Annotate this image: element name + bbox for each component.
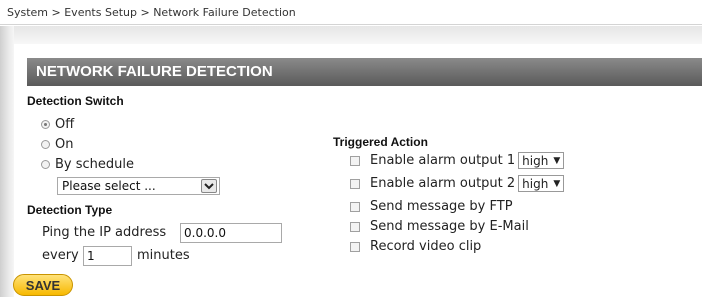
checkbox[interactable] xyxy=(350,221,360,232)
chevron-down-icon[interactable] xyxy=(201,179,217,193)
action-alarm-output-1[interactable]: Enable alarm output 1 high ▼ xyxy=(350,152,565,169)
radio-by-schedule[interactable]: By schedule xyxy=(41,157,134,172)
action-record-video[interactable]: Record video clip xyxy=(350,239,481,254)
action-label: Record video clip xyxy=(370,239,482,254)
radio-by-schedule-label: By schedule xyxy=(55,157,135,172)
action-label: Enable alarm output 2 xyxy=(370,176,516,191)
checkbox[interactable] xyxy=(350,178,360,189)
select-value: high xyxy=(522,176,549,191)
radio-on-dot[interactable] xyxy=(41,140,50,149)
triangle-down-icon: ▼ xyxy=(553,155,561,166)
ping-label: Ping the IP address xyxy=(42,225,167,240)
left-edge-shadow xyxy=(0,26,14,297)
triangle-down-icon: ▼ xyxy=(553,178,561,189)
ip-address-input[interactable]: 0.0.0.0 xyxy=(180,223,282,243)
triggered-action-label: Triggered Action xyxy=(333,135,428,149)
action-label: Send message by FTP xyxy=(370,199,513,214)
action-label: Enable alarm output 1 xyxy=(370,153,516,168)
schedule-select-value: Please select ... xyxy=(62,179,156,193)
breadcrumb: System > Events Setup > Network Failure … xyxy=(0,0,702,25)
radio-on-label: On xyxy=(55,137,74,152)
radio-off[interactable]: Off xyxy=(41,117,74,132)
checkbox[interactable] xyxy=(350,201,360,212)
checkbox[interactable] xyxy=(350,155,360,166)
detection-type-label: Detection Type xyxy=(27,203,113,217)
alarm-output-1-select[interactable]: high ▼ xyxy=(518,152,565,169)
action-send-email[interactable]: Send message by E-Mail xyxy=(350,219,529,234)
detection-switch-label: Detection Switch xyxy=(27,94,124,108)
action-alarm-output-2[interactable]: Enable alarm output 2 high ▼ xyxy=(350,175,565,192)
action-label: Send message by E-Mail xyxy=(370,219,529,234)
minutes-label: minutes xyxy=(137,248,190,263)
schedule-select[interactable]: Please select ... xyxy=(57,177,220,195)
every-minutes-input[interactable]: 1 xyxy=(83,246,132,266)
top-band xyxy=(14,26,702,44)
radio-on[interactable]: On xyxy=(41,137,73,152)
radio-off-label: Off xyxy=(55,117,75,132)
select-value: high xyxy=(522,153,549,168)
action-send-ftp[interactable]: Send message by FTP xyxy=(350,199,513,214)
radio-schedule-dot[interactable] xyxy=(41,160,50,169)
save-button[interactable]: SAVE xyxy=(13,274,73,296)
alarm-output-2-select[interactable]: high ▼ xyxy=(518,175,565,192)
every-label: every xyxy=(42,248,79,263)
checkbox[interactable] xyxy=(350,241,360,252)
section-header: NETWORK FAILURE DETECTION xyxy=(27,58,702,86)
radio-off-dot[interactable] xyxy=(41,120,50,129)
